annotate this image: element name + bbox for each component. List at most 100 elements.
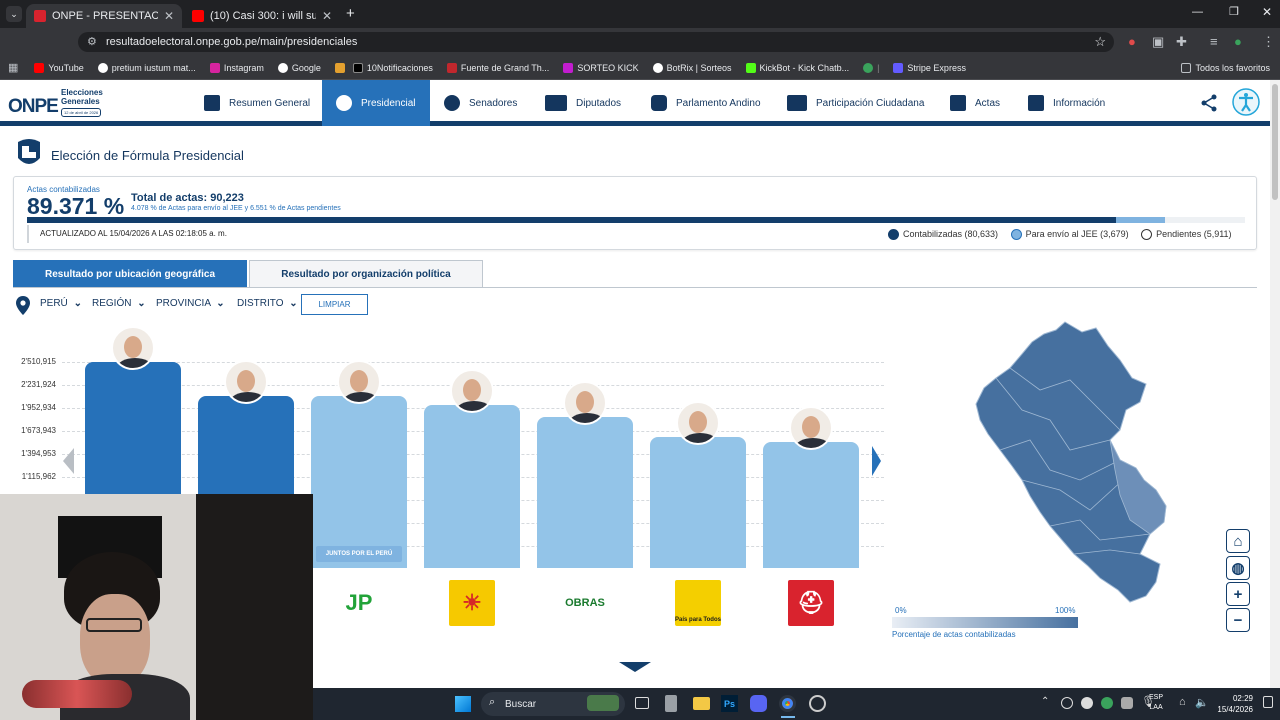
party-logo[interactable]: ☀ <box>449 580 495 626</box>
close-tab-icon[interactable]: ✕ <box>164 9 174 23</box>
party-logo[interactable]: OBRAS <box>562 580 608 626</box>
party-logo[interactable]: País para Todos <box>675 580 721 626</box>
peru-map[interactable] <box>970 320 1170 604</box>
photoshop-icon[interactable]: Ps <box>721 695 738 712</box>
nav-participacion-ciudadana[interactable]: Participación Ciudadana <box>787 80 927 126</box>
location-pin-icon <box>16 296 30 315</box>
candidate-bar[interactable] <box>424 404 520 568</box>
accessibility-icon[interactable] <box>1232 88 1260 116</box>
candidate-bar[interactable] <box>537 416 633 568</box>
scroll-down-arrow[interactable] <box>619 662 651 672</box>
language-indicator[interactable]: ESP LAA <box>1149 693 1163 713</box>
site-info-icon[interactable]: ⚙ <box>87 35 97 48</box>
bookmark-item[interactable]: Fuente de Grand Th... <box>446 62 549 73</box>
app-icon[interactable] <box>809 695 826 712</box>
notifications-icon[interactable] <box>1263 696 1273 708</box>
bookmark-item[interactable]: BotRix | Sorteos <box>652 62 732 73</box>
nav-diputados[interactable]: Diputados <box>545 80 635 126</box>
candidate-bar[interactable] <box>650 437 746 568</box>
close-window-icon[interactable]: ✕ <box>1262 5 1272 19</box>
party-logo[interactable]: JP <box>336 580 382 626</box>
all-bookmarks[interactable]: Todos los favoritos <box>1181 62 1270 73</box>
bookmark-item[interactable]: YouTube <box>34 62 84 73</box>
y-tick-label: 1'394,953 <box>21 449 56 458</box>
bookmark-item[interactable]: KickBot - Kick Chatb... <box>745 62 849 73</box>
file-explorer-icon[interactable] <box>693 697 710 710</box>
bookmark-item[interactable]: pretium iustum mat... <box>97 62 196 73</box>
kick-icon <box>563 62 574 73</box>
bookmark-item[interactable]: Instagram <box>209 62 264 73</box>
chart-next-arrow[interactable] <box>872 446 881 476</box>
chrome-icon[interactable] <box>779 695 796 712</box>
nav-informacion[interactable]: Información <box>1028 80 1118 126</box>
extension-icon[interactable]: ● <box>1128 35 1136 49</box>
logo-title: Elecciones Generales <box>61 88 103 106</box>
peru-map-shape <box>975 321 1167 603</box>
address-bar[interactable]: ⚙ resultadoelectoral.onpe.gob.pe/main/pr… <box>78 32 1114 52</box>
show-hidden-icons[interactable]: ⌃ <box>1041 696 1049 707</box>
windows-start-icon[interactable] <box>455 696 471 712</box>
restore-icon[interactable]: ❐ <box>1229 5 1239 18</box>
logo-text: ONPE <box>8 96 59 117</box>
volume-icon[interactable]: 🔈 <box>1195 696 1209 709</box>
filter-distrito[interactable]: DISTRITO ⌄ <box>237 298 298 309</box>
candidate-bar[interactable] <box>763 441 859 568</box>
extension-icon[interactable]: ▣ <box>1152 35 1164 49</box>
onpe-logo[interactable]: ONPE Elecciones Generales 12 de abril de… <box>8 88 118 120</box>
bookmark-item[interactable]: SORTEO KICK <box>563 62 639 73</box>
map-home-button[interactable]: ⌂ <box>1226 529 1250 553</box>
filter-provincia[interactable]: PROVINCIA ⌄ <box>156 298 225 309</box>
tray-icon[interactable] <box>1081 697 1093 709</box>
bookmark-item[interactable]: Google <box>277 62 321 73</box>
tab-title: ONPE - PRESENTACIÓN DE RES <box>52 10 158 22</box>
filter-peru[interactable]: PERÚ ⌄ <box>40 298 82 309</box>
candidate-bar[interactable] <box>311 396 407 568</box>
tab-youtube[interactable]: (10) Casi 300: i will survive - Yo ✕ <box>184 4 340 28</box>
clock[interactable]: 02:29 15/4/2026 <box>1213 693 1253 715</box>
chrome-menu-icon[interactable]: ⋮ <box>1262 35 1275 49</box>
scrollbar-thumb[interactable] <box>1272 84 1278 200</box>
divider <box>27 225 29 243</box>
y-tick-label: 1'673,943 <box>21 426 56 435</box>
new-tab-button[interactable]: + <box>346 5 355 22</box>
tray-icon[interactable] <box>1061 697 1073 709</box>
bookmark-star-icon[interactable]: ☆ <box>1094 34 1106 50</box>
bookmark-item[interactable]: Stripe Express <box>893 62 966 73</box>
tray-icon[interactable] <box>1101 697 1113 709</box>
discord-icon[interactable] <box>750 695 767 712</box>
extensions-puzzle-icon[interactable]: ✚ <box>1176 35 1187 49</box>
party-logo[interactable]: ⛑ <box>788 580 834 626</box>
bookmark-item[interactable]: 10Notificaciones <box>352 62 433 73</box>
clear-filters-button[interactable]: LIMPIAR <box>301 294 368 315</box>
nav-parlamento-andino[interactable]: Parlamento Andino <box>651 80 771 126</box>
nav-presidencial[interactable]: Presidencial <box>322 80 430 126</box>
nav-senadores[interactable]: Senadores <box>444 80 534 126</box>
kickbot-icon <box>745 62 756 73</box>
minimize-icon[interactable]: — <box>1192 6 1203 18</box>
profile-avatar[interactable]: ● <box>1234 35 1242 49</box>
network-icon[interactable]: ⌂ <box>1179 696 1186 708</box>
tab-onpe[interactable]: ONPE - PRESENTACIÓN DE RES ✕ <box>26 4 182 28</box>
map-globe-button[interactable]: ◍ <box>1226 556 1250 580</box>
nav-resumen-general[interactable]: Resumen General <box>204 80 314 126</box>
tab-search-button[interactable]: ⌄ <box>6 6 22 22</box>
apps-grid-icon[interactable]: ▦ <box>8 61 18 74</box>
tab-organizacion-politica[interactable]: Resultado por organización política <box>249 260 483 288</box>
share-icon[interactable] <box>1200 94 1218 112</box>
filter-region[interactable]: REGIÓN ⌄ <box>92 298 146 309</box>
botrix-icon <box>652 62 663 73</box>
map-zoom-in-button[interactable]: + <box>1226 582 1250 606</box>
nav-actas[interactable]: Actas <box>950 80 1010 126</box>
reading-list-icon[interactable]: ≡ <box>1210 35 1218 49</box>
task-view-icon[interactable] <box>635 697 649 709</box>
taskbar-search-box[interactable]: ⌕ Buscar <box>481 692 625 716</box>
bookmark-item[interactable]: | <box>863 62 879 73</box>
app-icon[interactable] <box>665 695 677 712</box>
tray-icon[interactable] <box>1121 697 1133 709</box>
map-zoom-out-button[interactable]: − <box>1226 608 1250 632</box>
tab-ubicacion-geografica[interactable]: Resultado por ubicación geográfica <box>13 260 247 288</box>
legend-contabilizadas: Contabilizadas (80,633) <box>888 229 998 241</box>
bookmark-item[interactable] <box>334 62 345 73</box>
close-tab-icon[interactable]: ✕ <box>322 9 332 23</box>
chart-prev-arrow[interactable] <box>63 448 74 474</box>
